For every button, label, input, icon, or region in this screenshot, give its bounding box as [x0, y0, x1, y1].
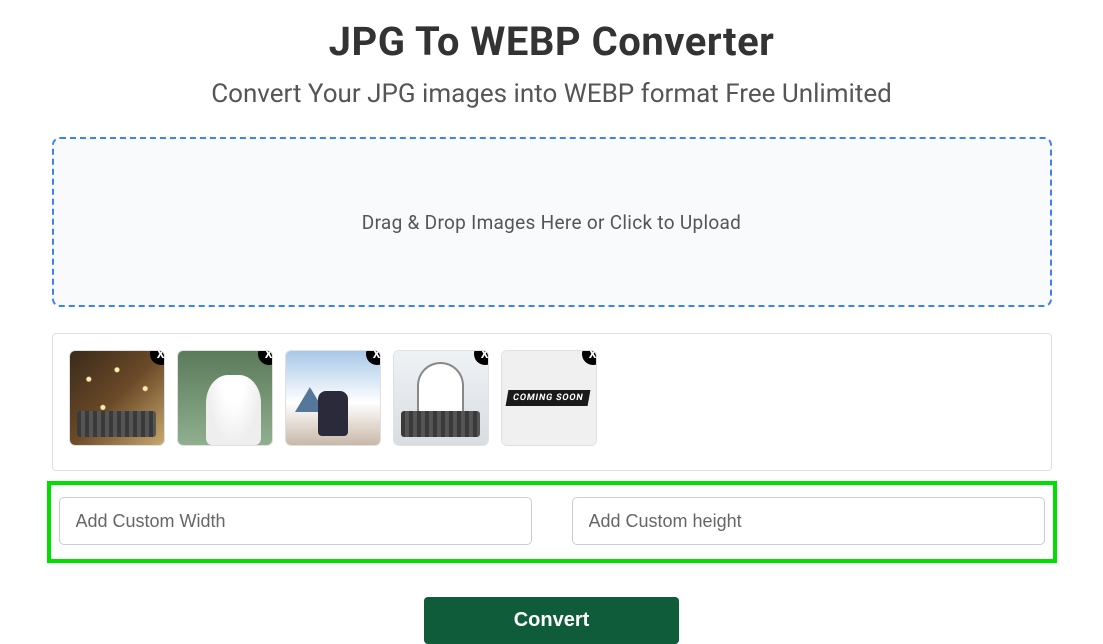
- page-subtitle: Convert Your JPG images into WEBP format…: [17, 79, 1087, 109]
- thumbnail-placeholder: COMING SOON: [502, 351, 596, 445]
- thumbnail-item[interactable]: X: [69, 350, 165, 446]
- upload-dropzone[interactable]: Drag & Drop Images Here or Click to Uplo…: [52, 137, 1052, 307]
- thumbnail-image: [286, 351, 380, 445]
- thumbnail-item[interactable]: X: [177, 350, 273, 446]
- thumbnails-list: X X X X: [69, 350, 1035, 446]
- coming-soon-badge: COMING SOON: [506, 390, 591, 406]
- thumbnail-item[interactable]: X: [393, 350, 489, 446]
- page-title: JPG To WEBP Converter: [17, 18, 1087, 65]
- dropzone-text: Drag & Drop Images Here or Click to Uplo…: [362, 211, 741, 234]
- thumbnail-image: [70, 351, 164, 445]
- thumbnail-image: [178, 351, 272, 445]
- custom-size-panel: [47, 481, 1057, 563]
- thumbnail-image: [394, 351, 488, 445]
- thumbnail-item[interactable]: X: [285, 350, 381, 446]
- thumbnail-item[interactable]: X COMING SOON: [501, 350, 597, 446]
- custom-width-input[interactable]: [59, 497, 532, 545]
- thumbnails-panel: X X X X: [52, 333, 1052, 471]
- custom-height-input[interactable]: [572, 497, 1045, 545]
